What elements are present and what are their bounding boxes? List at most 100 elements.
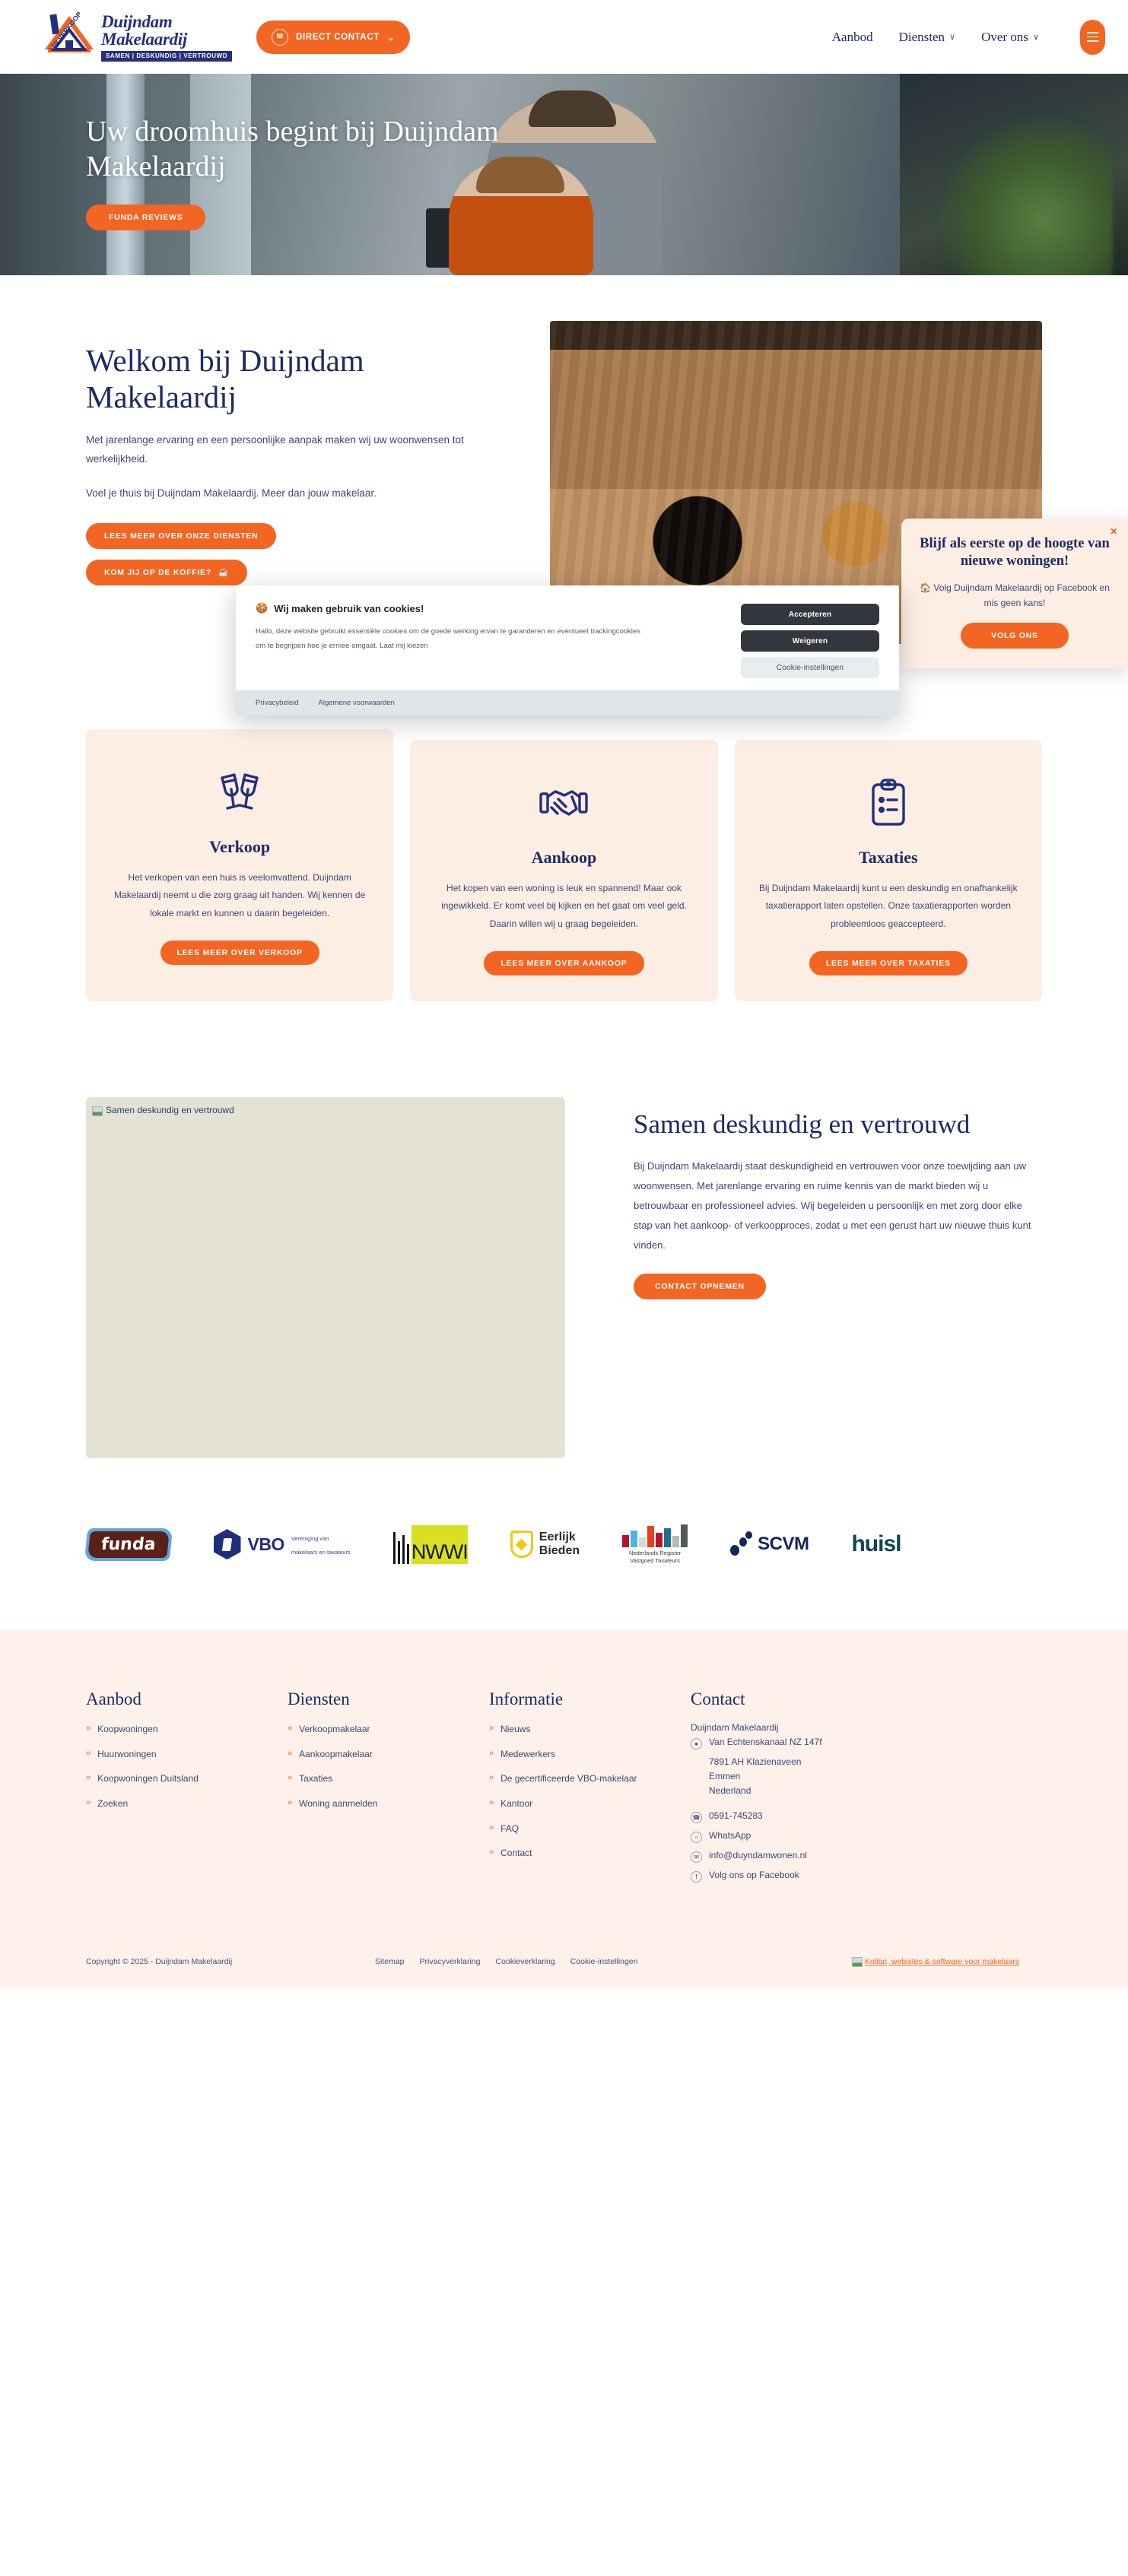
footer-link-huurwoningen[interactable]: Huurwoningen [97, 1747, 156, 1762]
read-more-services-button[interactable]: LEES MEER OVER ONZE DIENSTEN [86, 522, 277, 549]
service-card-verkoop: Verkoop Het verkopen van een huis is vee… [86, 729, 394, 1002]
footer-link-item[interactable]: » Koopwoningen Duitsland [86, 1772, 288, 1786]
vbo-hex-icon [213, 1529, 241, 1560]
service-cta-aankoop-label: LEES MEER OVER AANKOOP [500, 959, 628, 969]
close-icon[interactable]: × [1111, 526, 1117, 538]
partner-logo-nwwi[interactable]: NWWI [392, 1524, 469, 1565]
partner-logo-scvm[interactable]: SCVM [730, 1524, 809, 1565]
nav-item-aanbod[interactable]: Aanbod [832, 30, 873, 45]
footer-link-verkoopmakelaar[interactable]: Verkoopmakelaar [299, 1722, 370, 1737]
footer-email[interactable]: ✉ info@duyndamwonen.nl [691, 1850, 934, 1864]
cookie-link-privacybeleid[interactable]: Privacybeleid [256, 699, 299, 707]
footer-link-item[interactable]: » FAQ [489, 1822, 691, 1836]
footer-link-sitemap[interactable]: Sitemap [375, 1957, 405, 1966]
cookie-consent-banner: 🍪 Wij maken gebruik van cookies! Hallo, … [236, 585, 899, 715]
footer-link-medewerkers[interactable]: Medewerkers [500, 1747, 555, 1762]
nav-label-over-ons: Over ons [981, 29, 1028, 44]
chevron-right-icon: » [86, 1748, 91, 1758]
partner-logo-vbo[interactable]: VBO Vereniging van makelaars en taxateur… [213, 1524, 351, 1565]
footer-link-cookieverklaring[interactable]: Cookieverklaring [495, 1957, 554, 1966]
vbo-sub-1: Vereniging van [291, 1535, 329, 1543]
footer-link-koopwoningen[interactable]: Koopwoningen [97, 1722, 157, 1737]
site-logo[interactable]: UW VERKOOP Duijndam Makelaardij SAMEN | … [42, 10, 233, 65]
hamburger-menu-icon[interactable] [1080, 19, 1105, 55]
nav-item-over-ons[interactable]: Over ons ∨ [981, 30, 1039, 45]
footer-link-item[interactable]: » Koopwoningen [86, 1722, 288, 1737]
funda-reviews-button[interactable]: FUNDA REVIEWS [86, 204, 206, 230]
coffee-invite-button[interactable]: KOM JIJ OP DE KOFFIE? ☕ [86, 559, 247, 585]
footer-link-cookie-instellingen[interactable]: Cookie-instellingen [570, 1957, 638, 1966]
footer-link-item[interactable]: » Huurwoningen [86, 1747, 288, 1762]
chevron-right-icon: » [288, 1773, 293, 1783]
footer-link-faq[interactable]: FAQ [500, 1822, 519, 1836]
footer-link-item[interactable]: » Nieuws [489, 1722, 691, 1737]
phone-icon: ☎ [691, 1812, 702, 1824]
scvm-label: SCVM [758, 1534, 809, 1555]
footer-link-item[interactable]: » Taxaties [288, 1772, 489, 1786]
coffee-cup-icon: ☕ [218, 568, 229, 578]
footer-whatsapp-label: WhatsApp [709, 1830, 751, 1842]
service-body-aankoop: Het kopen van een woning is leuk en span… [441, 883, 687, 929]
footer-link-contact[interactable]: Contact [500, 1846, 532, 1861]
footer-address-line-2: 7891 AH Klazienaveen [709, 1756, 802, 1768]
footer-phone[interactable]: ☎ 0591-745283 [691, 1810, 934, 1824]
footer-link-vbo-makelaar[interactable]: De gecertificeerde VBO-makelaar [500, 1772, 637, 1786]
footer-link-woning-aanmelden[interactable]: Woning aanmelden [299, 1797, 377, 1811]
footer-link-item[interactable]: » Kantoor [489, 1797, 691, 1811]
footer-link-privacyverklaring[interactable]: Privacyverklaring [420, 1957, 481, 1966]
footer-address-line-3: Emmen [709, 1771, 741, 1782]
service-cta-aankoop[interactable]: LEES MEER OVER AANKOOP [484, 951, 644, 976]
service-title-aankoop: Aankoop [531, 848, 597, 867]
cookie-refuse-button[interactable]: Weigeren [741, 630, 879, 652]
partner-logo-eerlijk-bieden[interactable]: Eerlijk Bieden [510, 1524, 580, 1565]
house-icon: 🏠 [920, 582, 932, 593]
welcome-paragraph-2: Voel je thuis bij Duijndam Makelaardij. … [86, 487, 377, 499]
about-body: Bij Duijndam Makelaardij staat deskundig… [634, 1160, 1031, 1251]
nav-label-aanbod: Aanbod [831, 29, 873, 44]
hero-section: Uw droomhuis begint bij Duijndam Makelaa… [0, 74, 1128, 275]
footer-link-zoeken[interactable]: Zoeken [97, 1797, 128, 1811]
footer-link-kantoor[interactable]: Kantoor [500, 1797, 532, 1811]
eerlijk-line-1: Eerlijk [539, 1531, 576, 1544]
service-cta-verkoop[interactable]: LEES MEER OVER VERKOOP [160, 941, 319, 966]
footer-address: ● Van Echtenskanaal NZ 147f [691, 1737, 934, 1750]
partner-logo-nrvt[interactable]: Nederlands Register Vastgoed Taxateurs [622, 1524, 688, 1565]
footer-link-item[interactable]: » Woning aanmelden [288, 1797, 489, 1811]
facebook-follow-button[interactable]: VOLG ONS [961, 623, 1069, 649]
footer-title-informatie: Informatie [489, 1689, 564, 1709]
footer-whatsapp[interactable]: ○ WhatsApp [691, 1830, 934, 1844]
cookie-link-algemene-voorwaarden[interactable]: Algemene voorwaarden [319, 699, 395, 707]
contact-button[interactable]: CONTACT OPNEMEN [634, 1273, 766, 1299]
footer-credit-link[interactable]: Kolibri, websites & software voor makela… [851, 1956, 1019, 1968]
footer-link-item[interactable]: » Contact [489, 1846, 691, 1861]
footer-link-item[interactable]: » Medewerkers [489, 1747, 691, 1762]
footer-link-item[interactable]: » Verkoopmakelaar [288, 1722, 489, 1737]
broken-image-icon [92, 1106, 103, 1116]
footer-column-aanbod: Aanbod » Koopwoningen » Huurwoningen » Koop… [86, 1689, 288, 1889]
footer-link-taxaties[interactable]: Taxaties [299, 1772, 332, 1786]
service-title-taxaties: Taxaties [859, 848, 918, 867]
nav-item-diensten[interactable]: Diensten ∨ [899, 30, 956, 45]
footer-link-item[interactable]: » Zoeken [86, 1797, 288, 1811]
footer-link-item[interactable]: » Aankoopmakelaar [288, 1747, 489, 1762]
nav-label-diensten: Diensten [898, 29, 945, 44]
footer-link-item[interactable]: » De gecertificeerde VBO-makelaar [489, 1772, 691, 1786]
cookie-accept-button[interactable]: Accepteren [741, 604, 879, 625]
whatsapp-icon: ○ [691, 1832, 702, 1844]
direct-contact-button[interactable]: ✉ DIRECT CONTACT ⌄ [256, 20, 411, 54]
cookie-settings-button[interactable]: Cookie-instellingen [741, 657, 879, 678]
scvm-dots-icon [730, 1531, 753, 1557]
about-section: Samen deskundig en vertrouwd Samen desku… [0, 1001, 1128, 1459]
footer-link-aankoopmakelaar[interactable]: Aankoopmakelaar [299, 1747, 373, 1762]
service-cta-taxaties[interactable]: LEES MEER OVER TAXATIES [809, 951, 968, 976]
service-cta-verkoop-label: LEES MEER OVER VERKOOP [176, 948, 303, 958]
footer-facebook[interactable]: f Volg ons op Facebook [691, 1870, 934, 1883]
footer-link-koopwoningen-duitsland[interactable]: Koopwoningen Duitsland [97, 1772, 199, 1786]
partner-logo-funda[interactable]: funda [84, 1524, 173, 1565]
partner-logo-huislijn[interactable]: huisl [851, 1524, 901, 1565]
footer-link-nieuws[interactable]: Nieuws [500, 1722, 530, 1737]
nrvt-skyline-icon [622, 1524, 688, 1547]
facebook-follow-popup: × Blijf als eerste op de hoogte van nieu… [901, 519, 1128, 669]
footer-credit-label: Kolibri, websites & software voor makela… [864, 1956, 1019, 1966]
main-navigation: Aanbod Diensten ∨ Over ons ∨ [832, 19, 1105, 55]
